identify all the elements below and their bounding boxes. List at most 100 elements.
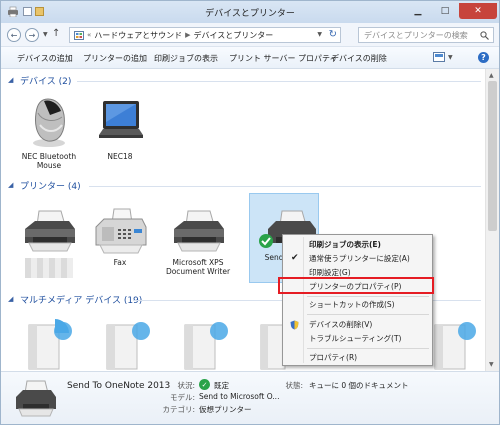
details-model-key: モデル: (169, 393, 195, 402)
menu-separator (307, 296, 429, 297)
refresh-icon[interactable]: ↻ (329, 29, 337, 40)
details-state-key: 状態: (285, 381, 303, 390)
media-device-icon[interactable] (427, 315, 481, 371)
menu-item-label: トラブルシューティング(T) (309, 334, 402, 343)
group-label-printers: プリンター (4) (20, 182, 81, 192)
search-placeholder: デバイスとプリンターの検索 (364, 30, 468, 40)
details-device-name: Send To OneNote 2013 (67, 381, 171, 391)
breadcrumb-overflow-icon[interactable]: « (87, 31, 91, 39)
group-label-multimedia: マルチメディア デバイス (19) (20, 296, 143, 306)
group-header-printers[interactable]: ◢ プリンター (4) (1, 179, 485, 193)
group-divider (89, 186, 481, 187)
printer-label: Fax (113, 258, 127, 267)
collapse-chevron-icon: ◢ (8, 181, 14, 189)
arrow-left-icon: ← (10, 30, 18, 40)
remove-device-button[interactable]: デバイスの削除 (331, 53, 387, 64)
control-panel-icon (74, 30, 84, 40)
change-view-button[interactable]: ▼ (433, 52, 453, 62)
see-print-jobs-button[interactable]: 印刷ジョブの表示 (154, 53, 218, 64)
device-label: NEC18 (107, 152, 133, 161)
menu-item-troubleshoot[interactable]: トラブルシューティング(T) (285, 332, 430, 345)
forward-button[interactable]: → (25, 28, 39, 42)
uac-shield-icon (290, 320, 299, 330)
menu-item-remove-device[interactable]: デバイスの削除(V) (285, 318, 430, 331)
scrollbar-thumb[interactable] (488, 81, 497, 231)
menu-item-label: プロパティ(R) (309, 353, 358, 362)
fax-icon (95, 208, 147, 254)
status-ok-icon: ✓ (199, 379, 210, 390)
details-state-value: キューに 0 個のドキュメント (309, 381, 409, 390)
device-item-mouse[interactable]: NEC Bluetooth Mouse (14, 95, 84, 170)
maximize-button[interactable]: □ (432, 3, 458, 19)
context-menu: 印刷ジョブの表示(E) ✔ 通常使うプリンターに設定(A) 印刷設定(G) プリ… (282, 234, 433, 366)
add-device-button[interactable]: デバイスの追加 (17, 53, 73, 64)
menu-item-create-shortcut[interactable]: ショートカットの作成(S) (285, 298, 430, 311)
menu-item-properties[interactable]: プロパティ(R) (285, 351, 430, 364)
details-category-value: 仮想プリンター (199, 405, 252, 414)
blurred-printer-label (25, 258, 73, 278)
media-device-icon[interactable] (101, 315, 155, 371)
vertical-scrollbar[interactable]: ▲ ▼ (485, 69, 499, 371)
group-divider (77, 81, 481, 82)
chevron-down-icon: ▼ (448, 53, 453, 61)
details-status-key: 状況: (177, 381, 195, 390)
print-server-properties-button[interactable]: プリント サーバー プロパティ (229, 53, 338, 64)
view-options-icon (433, 52, 445, 62)
maximize-icon: □ (440, 6, 450, 16)
scroll-up-icon[interactable]: ▲ (489, 72, 494, 79)
printer-icon (174, 210, 224, 252)
close-icon: ✕ (474, 6, 482, 16)
navigation-bar: ← → ▼ ↑ « ハードウェアとサウンド ▶ デバイスとプリンター ▼ ↻ デ… (1, 23, 499, 47)
command-bar: デバイスの追加 プリンターの追加 印刷ジョブの表示 プリント サーバー プロパテ… (1, 47, 499, 69)
devices-and-printers-window: デバイスとプリンター ▁ □ ✕ ← → ▼ ↑ « ハードウェアとサウンド ▶… (0, 0, 500, 425)
arrow-right-icon: → (28, 30, 36, 40)
printer-label: Microsoft XPS Document Writer (165, 258, 231, 276)
printer-icon (25, 210, 75, 252)
media-device-icon[interactable] (179, 315, 233, 371)
laptop-icon (99, 101, 143, 138)
group-header-devices[interactable]: ◢ デバイス (2) (1, 74, 485, 88)
menu-separator (307, 314, 429, 315)
scroll-down-icon[interactable]: ▼ (489, 361, 494, 368)
media-device-icon[interactable] (23, 315, 77, 371)
recent-locations-button[interactable]: ▼ (43, 31, 48, 38)
menu-item-set-default-printer[interactable]: ✔ 通常使うプリンターに設定(A) (285, 252, 430, 265)
device-item-computer[interactable]: NEC18 (85, 95, 155, 161)
search-input[interactable]: デバイスとプリンターの検索 (358, 27, 494, 43)
menu-item-label: 通常使うプリンターに設定(A) (309, 254, 410, 263)
checkmark-icon: ✔ (291, 253, 299, 263)
minimize-button[interactable]: ▁ (405, 3, 431, 19)
collapse-chevron-icon: ◢ (8, 295, 14, 303)
title-bar[interactable]: デバイスとプリンター ▁ □ ✕ (1, 1, 499, 23)
search-icon (480, 31, 489, 40)
device-label: NEC Bluetooth Mouse (21, 152, 77, 170)
close-button[interactable]: ✕ (459, 3, 497, 19)
menu-separator (307, 348, 429, 349)
chevron-down-icon: ▼ (43, 31, 48, 38)
menu-item-see-print-jobs[interactable]: 印刷ジョブの表示(E) (285, 238, 430, 251)
details-pane: Send To OneNote 2013 状況: ✓ 既定 モデル: Send … (1, 371, 499, 424)
collapse-chevron-icon: ◢ (8, 76, 14, 84)
printer-item[interactable] (14, 207, 84, 278)
up-button[interactable]: ↑ (52, 28, 60, 39)
address-bar[interactable]: « ハードウェアとサウンド ▶ デバイスとプリンター ▼ ↻ (69, 27, 341, 43)
arrow-up-icon: ↑ (52, 28, 61, 39)
printer-item-fax[interactable]: Fax (85, 207, 155, 267)
help-button[interactable]: ? (478, 52, 489, 63)
menu-item-label: 印刷ジョブの表示(E) (309, 240, 381, 249)
breadcrumb-devices-printers[interactable]: デバイスとプリンター (194, 30, 274, 41)
details-category-key: カテゴリ: (162, 405, 195, 414)
breadcrumb-hardware-sound[interactable]: ハードウェアとサウンド (94, 30, 182, 41)
back-button[interactable]: ← (7, 28, 21, 42)
add-printer-button[interactable]: プリンターの追加 (83, 53, 147, 64)
mouse-icon (33, 98, 65, 147)
breadcrumb-separator-icon[interactable]: ▶ (185, 31, 190, 39)
menu-item-label: ショートカットの作成(S) (309, 300, 395, 309)
group-label-devices: デバイス (2) (20, 77, 72, 87)
details-status-value: 既定 (214, 381, 229, 390)
printer-item-xps[interactable]: Microsoft XPS Document Writer (163, 207, 233, 276)
address-dropdown-icon[interactable]: ▼ (317, 31, 322, 38)
menu-item-label: 印刷設定(G) (309, 268, 351, 277)
details-model-value: Send to Microsoft O... (199, 392, 280, 401)
help-icon: ? (481, 53, 486, 62)
